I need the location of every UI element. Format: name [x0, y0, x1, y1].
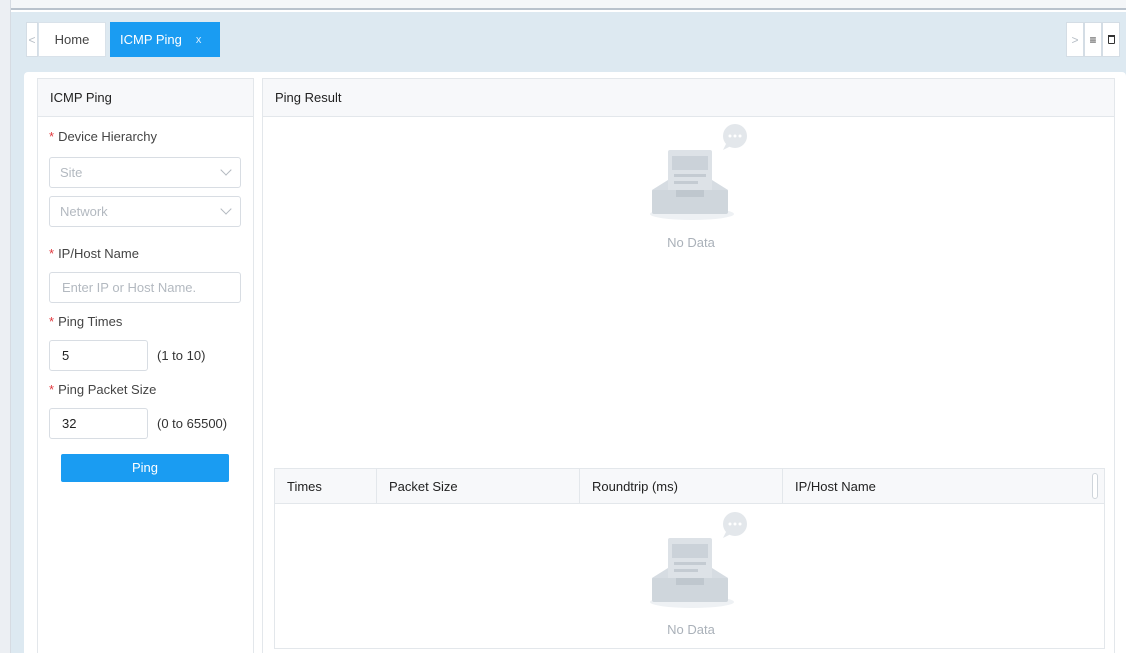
empty-inbox-icon — [650, 512, 747, 608]
required-mark: * — [49, 314, 55, 329]
tab-home[interactable]: Home — [38, 22, 106, 57]
tab-icmp-ping[interactable]: ICMP Ping x — [110, 22, 220, 57]
empty-inbox-icon — [650, 124, 747, 220]
network-select[interactable]: Network — [49, 196, 241, 227]
device-hierarchy-text: Device Hierarchy — [58, 129, 158, 144]
required-mark: * — [49, 129, 55, 144]
tab-menu-button[interactable]: ≡ — [1084, 22, 1102, 57]
ping-result-panel-title: Ping Result — [263, 79, 1114, 117]
chevron-down-icon — [220, 203, 232, 215]
column-header-times[interactable]: Times — [275, 469, 377, 504]
ip-host-label: * IP/Host Name — [49, 246, 139, 261]
packet-size-range: (0 to 65500) — [157, 416, 228, 431]
window-frame-left — [0, 0, 11, 653]
ping-times-range: (1 to 10) — [157, 348, 206, 363]
ip-host-input[interactable] — [49, 272, 241, 303]
trash-icon — [1107, 35, 1115, 44]
table-scrollbar[interactable] — [1092, 473, 1098, 499]
tab-home-label: Home — [54, 32, 90, 47]
window-top-strip — [11, 0, 1126, 10]
ping-times-text: Ping Times — [58, 314, 123, 329]
column-header-ip-host[interactable]: IP/Host Name — [783, 469, 1104, 504]
network-select-placeholder: Network — [60, 204, 108, 219]
table-no-data: No Data — [667, 622, 715, 637]
table-header: Times Packet Size Roundtrip (ms) IP/Host… — [275, 469, 1104, 504]
ip-host-text: IP/Host Name — [58, 246, 139, 261]
tab-scroll-right-button[interactable]: > — [1066, 22, 1084, 57]
chevron-right-icon: > — [1071, 32, 1079, 47]
column-header-packet-size[interactable]: Packet Size — [377, 469, 580, 504]
tab-scroll-left-button[interactable]: < — [26, 22, 38, 57]
chevron-down-icon — [220, 164, 232, 176]
chat-bubble-icon — [723, 124, 747, 150]
ping-button[interactable]: Ping — [61, 454, 229, 482]
packet-size-label: * Ping Packet Size — [49, 382, 156, 397]
ping-times-input[interactable] — [49, 340, 148, 371]
tab-icmp-ping-label: ICMP Ping — [120, 32, 182, 47]
icmp-ping-panel-title: ICMP Ping — [38, 79, 253, 117]
ping-times-label: * Ping Times — [49, 314, 122, 329]
site-select-placeholder: Site — [60, 165, 83, 180]
site-select[interactable]: Site — [49, 157, 241, 188]
chevron-left-icon: < — [28, 32, 36, 47]
required-mark: * — [49, 246, 55, 261]
chat-bubble-icon — [723, 512, 747, 538]
ping-result-no-data: No Data — [667, 235, 715, 250]
close-all-tabs-button[interactable] — [1102, 22, 1120, 57]
device-hierarchy-label: * Device Hierarchy — [49, 129, 157, 144]
required-mark: * — [49, 382, 55, 397]
packet-size-text: Ping Packet Size — [58, 382, 157, 397]
packet-size-input[interactable] — [49, 408, 148, 439]
tab-close-icon[interactable]: x — [196, 34, 202, 46]
menu-icon: ≡ — [1089, 32, 1097, 47]
tab-bar-right-controls: > ≡ — [1066, 22, 1120, 57]
column-header-roundtrip[interactable]: Roundtrip (ms) — [580, 469, 783, 504]
